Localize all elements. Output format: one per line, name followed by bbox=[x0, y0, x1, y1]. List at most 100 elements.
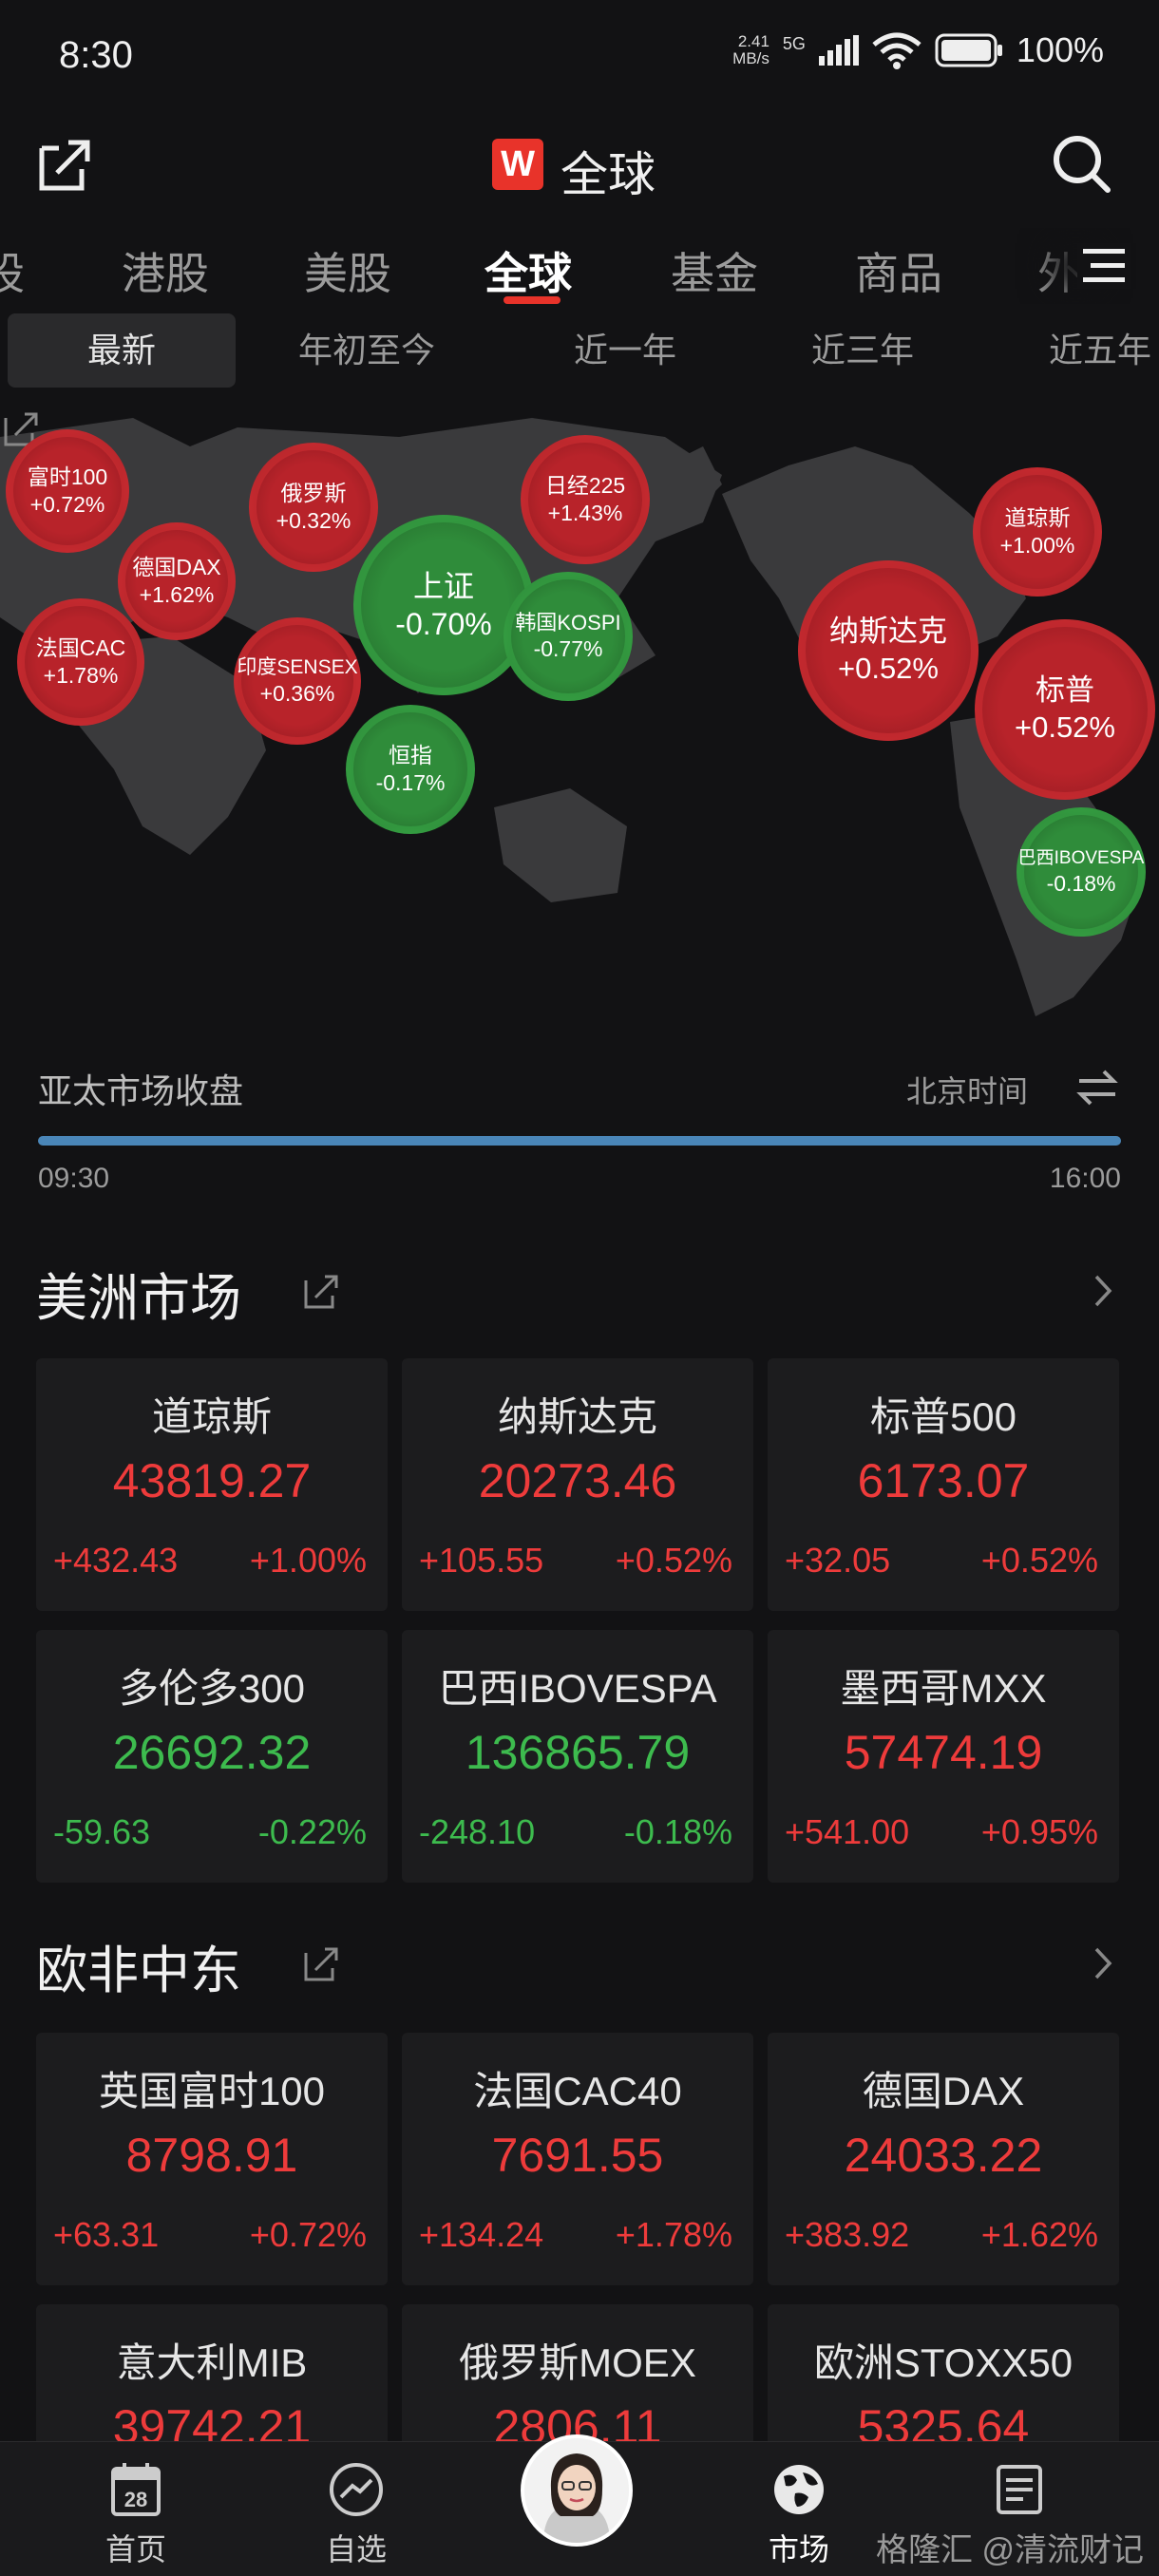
quote-price: 26692.32 bbox=[112, 1726, 312, 1779]
bubble-ibovespa[interactable]: 巴西IBOVESPA -0.18% bbox=[1016, 807, 1146, 937]
share-icon[interactable] bbox=[36, 135, 95, 194]
tab-commodities[interactable]: 商品 bbox=[855, 239, 942, 302]
bubble-sp500[interactable]: 标普 +0.52% bbox=[975, 619, 1155, 800]
quote-card[interactable]: 标普500 6173.07 +32.05 +0.52% bbox=[768, 1358, 1119, 1611]
section-emea-header[interactable]: 欧非中东 bbox=[0, 1923, 1159, 1999]
wifi-icon bbox=[872, 32, 922, 69]
bubble-dax[interactable]: 德国DAX +1.62% bbox=[118, 522, 236, 640]
market-session: 亚太市场收盘 北京时间 09:30 16:00 bbox=[0, 1064, 1159, 1206]
quote-name: 墨西哥MXX bbox=[840, 1666, 1047, 1711]
quote-card[interactable]: 多伦多300 26692.32 -59.63 -0.22% bbox=[36, 1630, 388, 1883]
bubble-russia[interactable]: 俄罗斯 +0.32% bbox=[249, 443, 378, 572]
quote-name: 纳斯达克 bbox=[497, 1394, 657, 1439]
tab-forex[interactable]: 外 bbox=[1037, 239, 1081, 302]
status-time: 8:30 bbox=[59, 34, 133, 76]
quote-card[interactable]: 纳斯达克 20273.46 +105.55 +0.52% bbox=[402, 1358, 753, 1611]
chevron-right-icon[interactable] bbox=[1089, 1941, 1117, 1985]
quote-name: 标普500 bbox=[869, 1394, 1017, 1439]
battery-level: 100% bbox=[1016, 30, 1104, 69]
quote-name: 俄罗斯MOEX bbox=[459, 2340, 696, 2385]
swap-icon[interactable] bbox=[1075, 1068, 1119, 1106]
tab-funds[interactable]: 基金 bbox=[671, 239, 758, 302]
world-map: 富时100 +0.72% 德国DAX +1.62% 法国CAC +1.78% 俄… bbox=[0, 408, 1159, 1026]
quote-card[interactable]: 法国CAC40 7691.55 +134.24 +1.78% bbox=[402, 2033, 753, 2285]
quote-card[interactable]: 英国富时100 8798.91 +63.31 +0.72% bbox=[36, 2033, 388, 2285]
globe-icon bbox=[774, 2465, 824, 2514]
bottom-nav: 28 首页 自选 市场 格隆汇 @清流财记 bbox=[0, 2434, 1159, 2576]
period-tab-1y[interactable]: 近一年 bbox=[574, 313, 676, 388]
quote-name: 欧洲STOXX50 bbox=[813, 2340, 1074, 2385]
section-title: 欧非中东 bbox=[36, 1942, 241, 1999]
quote-change-pct: +0.72% bbox=[249, 2215, 367, 2254]
share-icon[interactable] bbox=[300, 1271, 342, 1313]
status-indicators: 2.41 MB/s 5G 100% bbox=[732, 30, 1104, 70]
period-tab-latest[interactable]: 最新 bbox=[8, 313, 236, 388]
quote-change-pct: +1.78% bbox=[615, 2215, 732, 2254]
tab-global[interactable]: 全球 bbox=[484, 239, 572, 302]
bubble-sensex[interactable]: 印度SENSEX +0.36% bbox=[234, 617, 361, 745]
quote-card[interactable]: 德国DAX 24033.22 +383.92 +1.62% bbox=[768, 2033, 1119, 2285]
quote-name: 意大利MIB bbox=[116, 2340, 308, 2385]
quote-change-pct: -0.22% bbox=[257, 1812, 367, 1851]
session-progress-bar bbox=[38, 1136, 1121, 1146]
period-tab-5y[interactable]: 近五年 bbox=[1049, 313, 1151, 388]
quote-price: 20273.46 bbox=[478, 1454, 677, 1507]
nav-news[interactable] bbox=[948, 2459, 1091, 2520]
nav-home[interactable]: 28 首页 bbox=[65, 2459, 207, 2569]
quote-price: 136865.79 bbox=[465, 1726, 691, 1779]
status-bar: 8:30 2.41 MB/s 5G 100% bbox=[0, 0, 1159, 114]
signal-icon bbox=[818, 35, 859, 66]
nav-market[interactable]: 市场 bbox=[728, 2459, 870, 2569]
quote-name: 英国富时100 bbox=[98, 2069, 326, 2113]
share-icon[interactable] bbox=[300, 1943, 342, 1985]
quote-name: 多伦多300 bbox=[118, 1666, 306, 1711]
period-tab-ytd[interactable]: 年初至今 bbox=[298, 313, 435, 388]
quote-change: +63.31 bbox=[53, 2215, 160, 2254]
bubble-nasdaq[interactable]: 纳斯达克 +0.52% bbox=[798, 560, 978, 741]
quote-change: +32.05 bbox=[785, 1541, 891, 1580]
period-tab-3y[interactable]: 近三年 bbox=[811, 313, 914, 388]
quote-card[interactable]: 巴西IBOVESPA 136865.79 -248.10 -0.18% bbox=[402, 1630, 753, 1883]
quote-change: -59.63 bbox=[53, 1812, 151, 1851]
search-icon[interactable] bbox=[1051, 133, 1113, 196]
nav-watchlist[interactable]: 自选 bbox=[285, 2459, 428, 2569]
session-end-time: 16:00 bbox=[1049, 1163, 1121, 1194]
tab-a-shares[interactable]: 股 bbox=[0, 239, 25, 302]
network-type: 5G bbox=[782, 34, 806, 53]
avatar-image bbox=[524, 2438, 629, 2543]
chevron-right-icon[interactable] bbox=[1089, 1269, 1117, 1313]
quote-card[interactable]: 墨西哥MXX 57474.19 +541.00 +0.95% bbox=[768, 1630, 1119, 1883]
bubble-shanghai[interactable]: 上证 -0.70% bbox=[353, 515, 534, 695]
app-header: W 全球 bbox=[0, 114, 1159, 218]
session-timezone: 北京时间 bbox=[905, 1074, 1028, 1108]
bubble-ftse100[interactable]: 富时100 +0.72% bbox=[6, 429, 129, 553]
quote-price: 57474.19 bbox=[844, 1726, 1043, 1779]
watermark: 格隆汇 @清流财记 bbox=[876, 2532, 1144, 2568]
quote-name: 道琼斯 bbox=[151, 1394, 272, 1439]
quote-change-pct: -0.18% bbox=[623, 1812, 732, 1851]
quote-price: 7691.55 bbox=[491, 2129, 664, 2182]
quote-change: +383.92 bbox=[785, 2215, 910, 2254]
trend-circle-icon bbox=[330, 2463, 383, 2516]
quote-change: +134.24 bbox=[419, 2215, 544, 2254]
menu-icon[interactable] bbox=[1077, 243, 1130, 289]
bubble-hang-seng[interactable]: 恒指 -0.17% bbox=[346, 705, 475, 834]
quote-change: +432.43 bbox=[53, 1541, 179, 1580]
bubble-kospi[interactable]: 韩国KOSPI -0.77% bbox=[504, 572, 633, 701]
quote-change: +105.55 bbox=[419, 1541, 544, 1580]
quote-change: +541.00 bbox=[785, 1812, 910, 1851]
tab-us-stocks[interactable]: 美股 bbox=[304, 239, 391, 302]
session-progress-fill bbox=[38, 1136, 1121, 1146]
page-title: 全球 bbox=[560, 148, 656, 201]
quote-change-pct: +1.00% bbox=[249, 1541, 367, 1580]
market-tabs: 股 港股 美股 全球 基金 商品 外 bbox=[0, 228, 1159, 304]
quote-name: 巴西IBOVESPA bbox=[438, 1666, 717, 1711]
quote-card[interactable]: 道琼斯 43819.27 +432.43 +1.00% bbox=[36, 1358, 388, 1611]
avatar[interactable] bbox=[521, 2434, 633, 2547]
tab-hk-stocks[interactable]: 港股 bbox=[122, 239, 209, 302]
battery-icon bbox=[935, 33, 1002, 67]
bubble-cac[interactable]: 法国CAC +1.78% bbox=[17, 598, 144, 726]
section-americas-header[interactable]: 美洲市场 bbox=[0, 1250, 1159, 1327]
bubble-nikkei225[interactable]: 日经225 +1.43% bbox=[521, 435, 650, 564]
bubble-dow-jones[interactable]: 道琼斯 +1.00% bbox=[973, 467, 1102, 597]
